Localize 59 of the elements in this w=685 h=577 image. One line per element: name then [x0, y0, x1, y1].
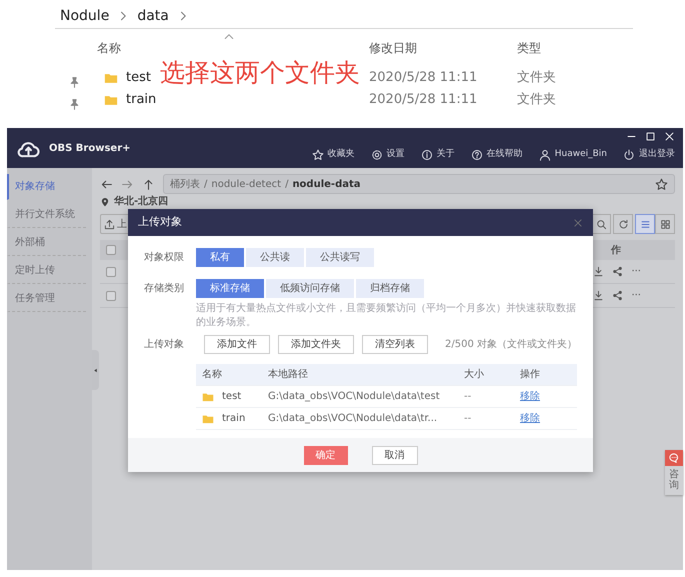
table-cell-text: test [222, 390, 242, 404]
segment-option[interactable]: 低频访问存储 [266, 279, 354, 298]
object-count: 2/500 对象（文件或文件夹） [445, 338, 577, 352]
more-button[interactable]: ··· [631, 264, 641, 279]
column-header: 作 [611, 244, 621, 258]
segment-option[interactable]: 公共读 [246, 248, 304, 267]
more-button[interactable]: ··· [631, 288, 641, 303]
app-title: OBS Browser+ [49, 142, 131, 156]
annotation-text: 选择这两个文件夹 [160, 60, 360, 85]
table-cell-text: train [222, 412, 246, 426]
dialog-title: 上传对象 [138, 214, 182, 230]
segment-option[interactable]: 归档存储 [356, 279, 424, 298]
segment-option[interactable]: 标准存储 [196, 279, 264, 298]
file-type: 文件夹 [517, 92, 556, 108]
menu-link[interactable]: 在线帮助 [486, 148, 523, 162]
menu-link[interactable]: 关于 [436, 148, 455, 162]
column-header: 本地路径 [268, 369, 308, 380]
segment-option[interactable]: 私有 [196, 248, 244, 267]
column-header[interactable]: 修改日期 [369, 41, 417, 55]
table-cell: -- [464, 413, 472, 424]
hint-text: 适用于有大量热点文件或小文件，且需要频繁访问（平均一个月多次）并快速获取数据的业务场景。 [196, 302, 577, 329]
remove-link[interactable]: 移除 [520, 413, 540, 424]
segment-option[interactable]: 公共读写 [306, 248, 374, 267]
breadcrumb-item[interactable]: Nodule [60, 6, 110, 26]
column-header: 大小 [464, 369, 484, 380]
file-name[interactable]: train [126, 90, 156, 110]
date-modified: 2020/5/28 11:11 [369, 92, 478, 108]
path-segment[interactable]: nodule-detect [211, 176, 282, 192]
action-button[interactable]: 添加文件 [204, 335, 270, 354]
date-modified: 2020/5/28 11:11 [369, 70, 478, 86]
menu-link[interactable]: 收藏夹 [328, 148, 355, 162]
region-label: 华北-北京四 [114, 196, 168, 208]
remove-link[interactable]: 移除 [520, 391, 540, 402]
field-label: 存储类别 [144, 282, 185, 296]
column-header: 操作 [520, 369, 540, 380]
file-name[interactable]: test [126, 68, 151, 88]
column-header[interactable]: 名称 [97, 41, 121, 55]
column-header: 名称 [202, 369, 222, 380]
menu-link[interactable]: Huawei_Bin [554, 148, 607, 162]
cancel-button[interactable]: 取消 [372, 446, 418, 464]
table-cell: -- [464, 391, 472, 402]
action-button[interactable]: 清空列表 [362, 335, 428, 354]
menu-link[interactable]: 设置 [386, 148, 405, 162]
path-field[interactable]: 桶列表 / nodule-detect / nodule-data [163, 174, 675, 194]
column-header[interactable]: 类型 [517, 41, 541, 55]
path-segment[interactable]: nodule-data [292, 176, 360, 192]
menu-link[interactable]: 退出登录 [639, 148, 675, 162]
path-segment[interactable]: 桶列表 [170, 176, 200, 192]
upload-button[interactable]: 上 [100, 214, 131, 234]
path-separator: / [285, 178, 288, 192]
table-cell: G:\data_obs\VOC\Nodule\data\test [268, 391, 440, 402]
breadcrumb-item[interactable]: data [137, 6, 169, 26]
action-button[interactable]: 添加文件夹 [278, 335, 354, 354]
path-separator: / [204, 178, 208, 192]
table-cell: G:\data_obs\VOC\Nodule\data\tr... [268, 413, 438, 424]
file-type: 文件夹 [517, 70, 556, 86]
field-label: 上传对象 [144, 338, 185, 352]
field-label: 对象权限 [144, 250, 185, 265]
consult-button[interactable]: 咨询 [665, 450, 683, 495]
